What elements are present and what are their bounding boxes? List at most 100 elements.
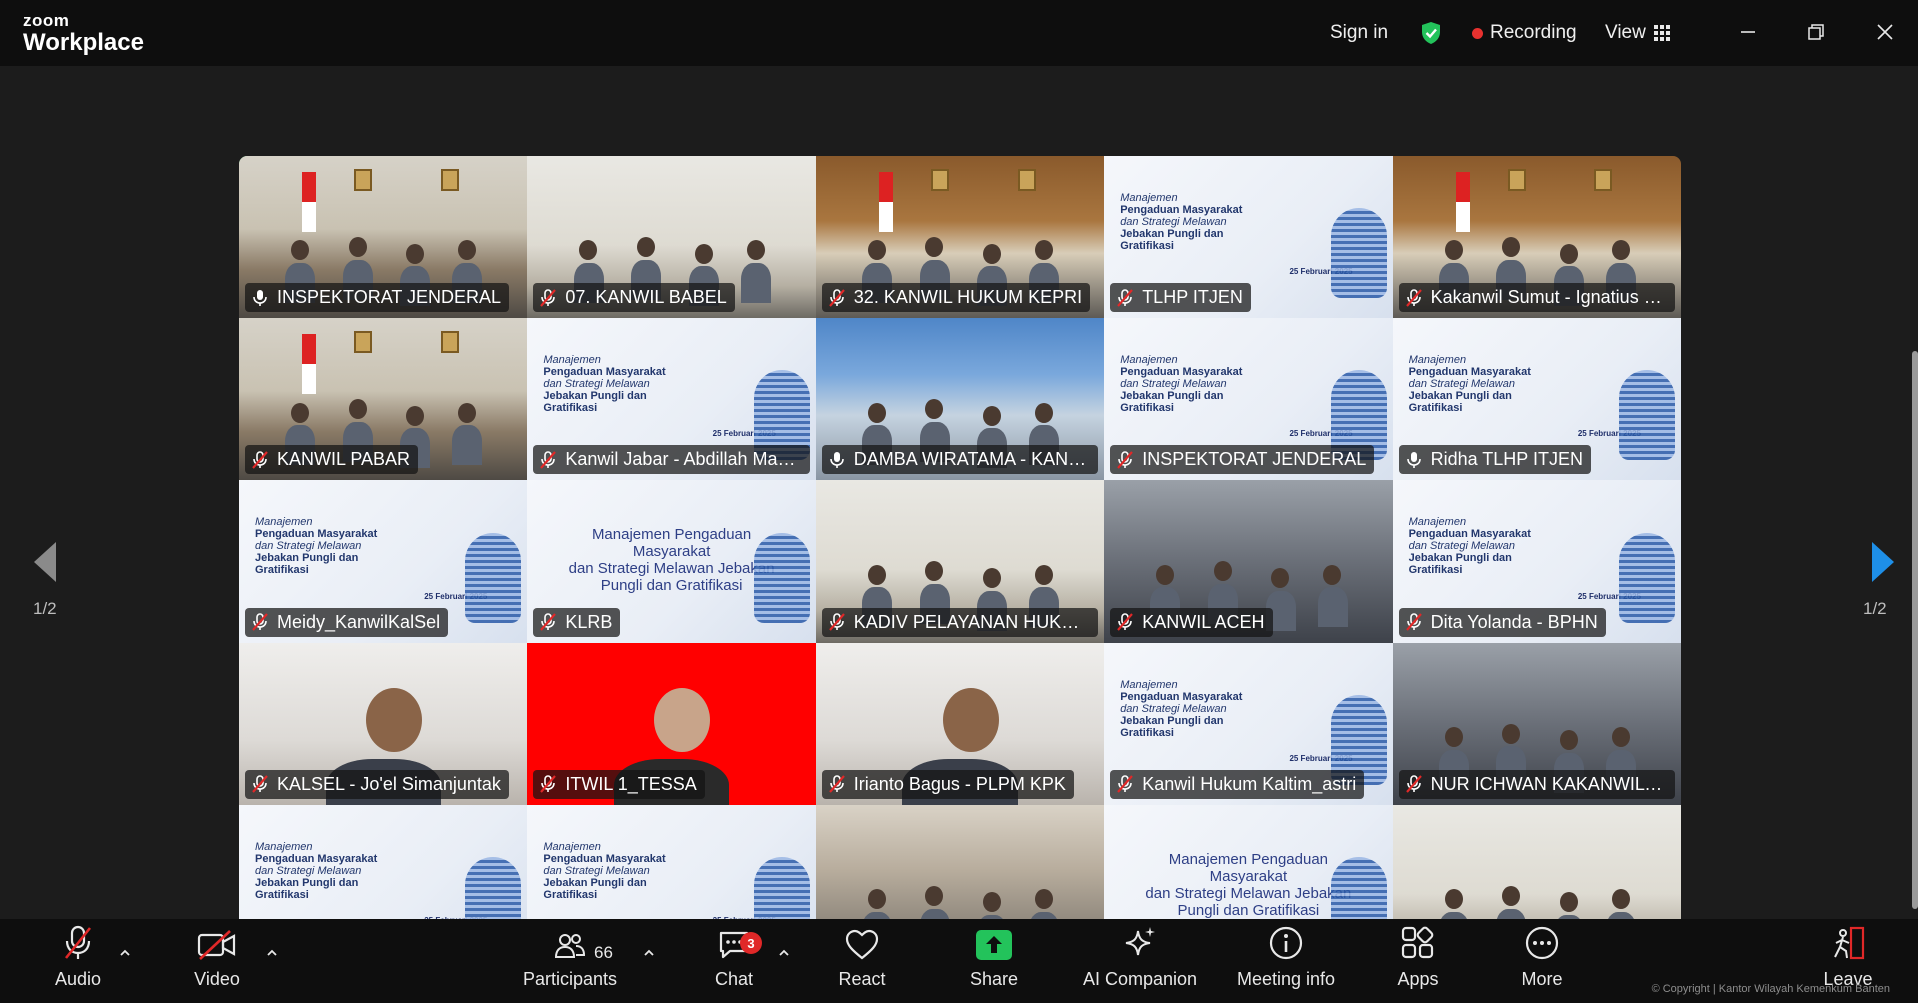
slide-text-line: Gratifikasi <box>1120 402 1174 415</box>
person-head <box>942 688 999 752</box>
presentation-slide-text: Manajemen Pengaduan Masyarakat dan Strateg… <box>543 841 716 901</box>
participant-tile[interactable]: 07. KANWIL BABEL <box>527 156 816 319</box>
participant-tile[interactable]: Manajemen Pengaduan Masyarakat dan Strate… <box>527 480 816 643</box>
participant-name-tag: 32. KANWIL HUKUM KEPRI <box>821 283 1091 313</box>
participant-tile[interactable]: KADIV PELAYANAN HUKUM ... <box>815 480 1105 643</box>
participant-tile[interactable]: NUR ICHWAN KAKANWIL KE... <box>1392 642 1681 805</box>
person-head <box>406 243 425 264</box>
microphone-graphic-icon <box>1618 370 1675 461</box>
person-head <box>1034 889 1053 910</box>
participant-tile[interactable]: DAMBA WIRATAMA - KANWIL L... <box>815 318 1105 481</box>
slide-text-line: dan Strategi Melawan <box>543 378 650 391</box>
meeting-info-button[interactable]: Meeting info <box>1226 919 1346 1003</box>
participant-tile[interactable]: Manajemen Pengaduan Masyarakat dan Strateg… <box>527 318 816 481</box>
audio-options-chevron-icon[interactable] <box>118 946 132 960</box>
person-head <box>867 889 886 910</box>
person-head <box>1271 567 1290 588</box>
person-head <box>1213 561 1232 582</box>
chat-label: Chat <box>714 969 754 989</box>
view-label: View <box>1605 22 1646 43</box>
participant-tile[interactable]: Manajemen Pengaduan Masyarakat dan Strateg… <box>1392 318 1681 481</box>
participant-name-tag: Kanwil Hukum Kaltim_astri <box>1110 769 1365 799</box>
slide-text-line: Pengaduan Masyarakat <box>1120 690 1243 703</box>
person-head <box>867 402 886 423</box>
participant-name-tag: 07. KANWIL BABEL <box>533 283 735 313</box>
slide-text-line: dan Strategi Melawan <box>1408 540 1515 553</box>
participant-name-tag: NUR ICHWAN KAKANWIL KE... <box>1398 769 1675 799</box>
restore-icon <box>1808 24 1824 40</box>
participant-tile[interactable]: Manajemen Pengaduan Masyarakat dan Strateg… <box>1392 480 1681 643</box>
minimize-icon <box>1741 31 1755 33</box>
slide-text-line: Pengaduan Masyarakat <box>1408 366 1531 379</box>
portrait-frame <box>931 168 950 191</box>
grid-view-icon <box>1653 25 1670 41</box>
participant-tile[interactable]: KANWIL ACEH <box>1104 480 1393 643</box>
participant-tile[interactable]: Manajemen Pengaduan Masyarakat dan Strateg… <box>1104 156 1393 319</box>
apps-label: Apps <box>1397 969 1439 989</box>
slide-text-line: Gratifikasi <box>1120 726 1174 739</box>
participant-tile[interactable]: KANWIL PABAR <box>239 318 528 481</box>
close-window-button[interactable] <box>1865 12 1905 52</box>
chat-options-chevron-icon[interactable] <box>777 946 791 960</box>
participant-tile[interactable]: Manajemen Pengaduan Masyarakat dan Strateg… <box>239 480 528 643</box>
video-options-chevron-icon[interactable] <box>265 946 279 960</box>
participant-tile[interactable]: Manajemen Pengaduan Masyarakat dan Strateg… <box>1104 642 1393 805</box>
person-head <box>1034 564 1053 585</box>
participant-tile[interactable]: KALSEL - Jo'el Simanjuntak <box>239 642 528 805</box>
participant-tile[interactable]: Manajemen Pengaduan Masyarakat dan Strateg… <box>1104 318 1393 481</box>
participant-name: ITWIL 1_TESSA <box>565 773 697 794</box>
slide-text-line: Jebakan Pungli dan <box>1408 552 1512 565</box>
person-head <box>348 237 367 258</box>
share-button[interactable]: Share <box>964 919 1024 1003</box>
video-button[interactable]: Video <box>187 919 247 1003</box>
previous-page-button[interactable] <box>26 536 66 588</box>
next-page-button[interactable] <box>1862 536 1902 588</box>
scrollbar[interactable] <box>1912 351 1918 909</box>
participant-name: TLHP ITJEN <box>1142 287 1243 308</box>
mic-muted-icon <box>537 449 565 471</box>
apps-button[interactable]: Apps <box>1388 919 1448 1003</box>
slide-text-line: dan Strategi Melawan <box>1120 216 1227 228</box>
person-head <box>458 402 477 423</box>
chat-button[interactable]: Chat <box>704 919 764 1003</box>
apps-icon <box>1401 926 1434 959</box>
participant-name: Irianto Bagus - PLPM KPK <box>853 773 1066 794</box>
restore-button[interactable] <box>1796 12 1836 52</box>
presentation-slide-text: Manajemen Pengaduan Masyarakat dan Strateg… <box>1120 192 1293 252</box>
slide-text-line: Gratifikasi <box>543 888 598 901</box>
leave-door-icon <box>1834 926 1865 960</box>
react-button[interactable]: React <box>832 919 892 1003</box>
participant-name-tag: KANWIL PABAR <box>245 445 419 475</box>
view-button[interactable]: View <box>1605 0 1670 66</box>
slide-text-line: Pengaduan Masyarakat <box>1408 528 1531 541</box>
portrait-frame <box>1594 168 1613 191</box>
mic-muted-icon <box>537 773 565 795</box>
participant-tile[interactable]: Kakanwil Sumut - Ignatius Si... <box>1392 156 1681 319</box>
ai-companion-button[interactable]: AI Companion <box>1080 919 1200 1003</box>
participant-name: Kanwil Hukum Kaltim_astri <box>1142 773 1357 794</box>
slide-text-line: dan Strategi Melawan <box>255 540 362 553</box>
flag-icon <box>302 172 317 233</box>
slide-text-line: Manajemen <box>543 840 601 853</box>
recording-indicator[interactable]: Recording <box>1472 0 1577 66</box>
participant-tile[interactable]: ITWIL 1_TESSA <box>527 642 816 805</box>
slide-text-line: Gratifikasi <box>543 402 598 415</box>
person-head <box>983 892 1002 913</box>
person-head <box>636 237 655 258</box>
slide-text-line: Jebakan Pungli dan <box>1120 714 1224 727</box>
sign-in-button[interactable]: Sign in <box>1330 0 1388 66</box>
participant-tile[interactable]: INSPEKTORAT JENDERAL <box>239 156 528 319</box>
participants-options-chevron-icon[interactable] <box>642 946 656 960</box>
minimize-button[interactable] <box>1728 12 1768 52</box>
microphone-graphic-icon <box>465 532 522 623</box>
person-head <box>1559 892 1578 913</box>
more-button[interactable]: More <box>1512 919 1572 1003</box>
audio-button[interactable]: Audio <box>48 919 108 1003</box>
participant-tile[interactable]: 32. KANWIL HUKUM KEPRI <box>815 156 1105 319</box>
participant-name-tag: INSPEKTORAT JENDERAL <box>245 283 510 313</box>
participant-tile[interactable]: Irianto Bagus - PLPM KPK <box>815 642 1105 805</box>
encryption-shield-icon[interactable] <box>1420 0 1442 66</box>
participant-name: KANWIL PABAR <box>277 449 411 470</box>
chat-unread-badge: 3 <box>740 932 762 954</box>
mic-muted-icon <box>537 287 565 309</box>
